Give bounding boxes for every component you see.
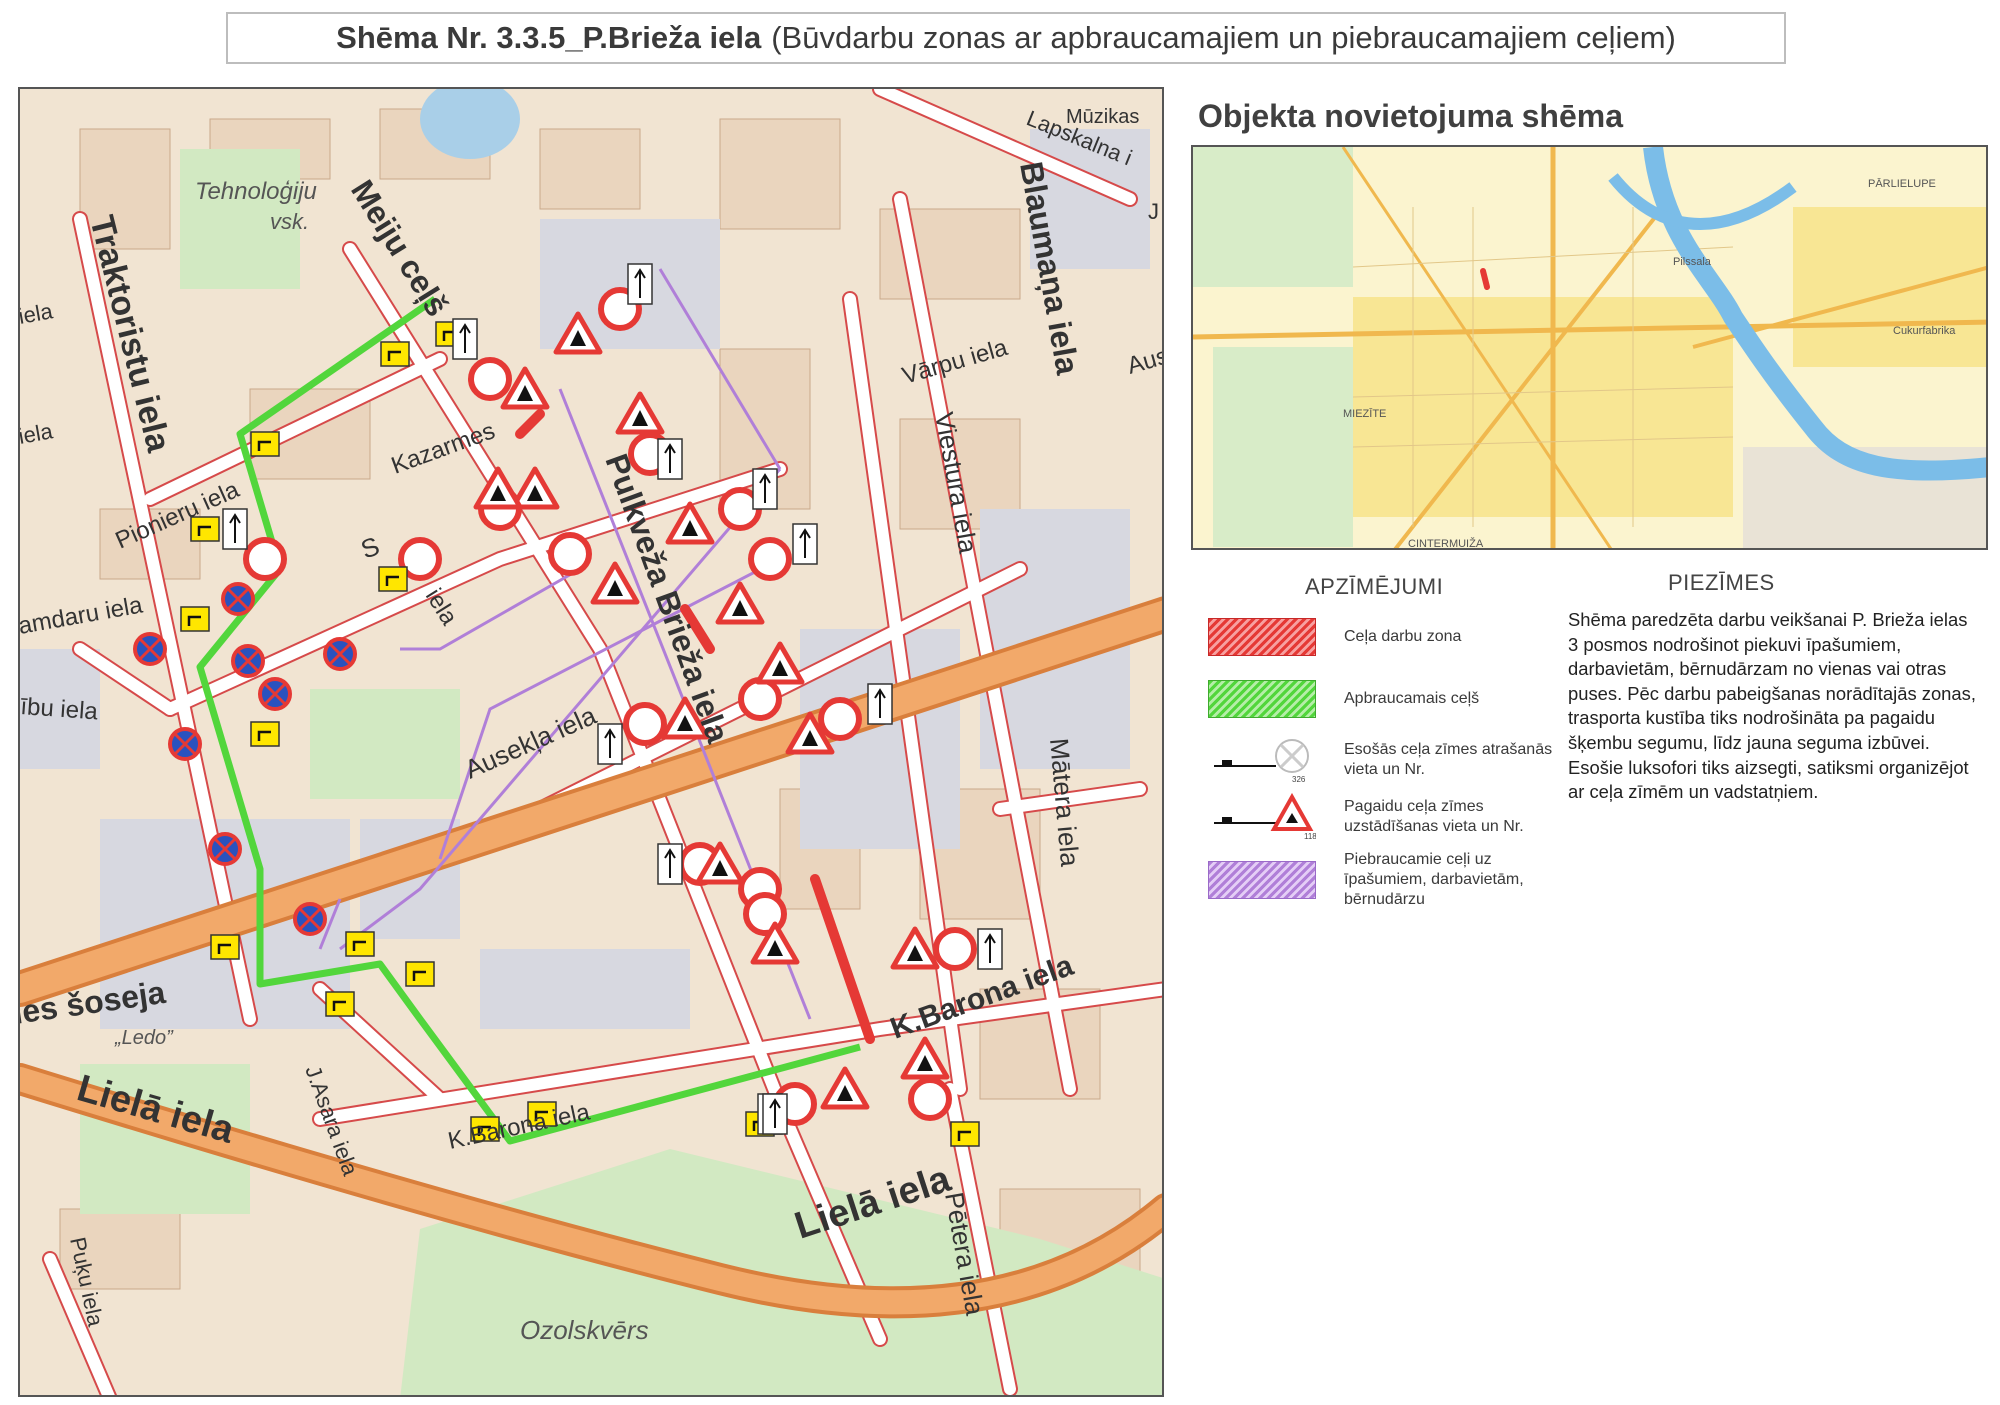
lane-direction-sign bbox=[867, 683, 893, 725]
page-title: Shēma Nr. 3.3.5_P.Brieža iela (Būvdarbu … bbox=[226, 12, 1786, 64]
lane-direction-sign bbox=[627, 263, 653, 305]
place-tehnologiju-vsk: vsk. bbox=[270, 209, 309, 234]
lane-direction-sign bbox=[657, 438, 683, 480]
legend-existing-sign-number: 326 bbox=[1292, 775, 1306, 784]
main-map-canvas: Traktoristu iela Meiju ceļš Blaumaņa iel… bbox=[20, 89, 1164, 1395]
legend-work-zone-label: Ceļa darbu zona bbox=[1344, 628, 1462, 645]
no-stopping-sign bbox=[293, 902, 327, 936]
legend-work-zone-swatch bbox=[1208, 618, 1316, 656]
lane-direction-sign bbox=[792, 523, 818, 565]
no-entry-sign bbox=[908, 1077, 952, 1121]
no-stopping-sign bbox=[168, 727, 202, 761]
legend-temporary-sign-number: 118 bbox=[1304, 832, 1316, 841]
legend-access-road: Piebraucamie ceļi uz īpašumiem, darbavie… bbox=[1208, 850, 1554, 910]
no-entry-sign bbox=[933, 927, 977, 971]
direction-arrow-sign bbox=[345, 931, 375, 957]
no-stopping-sign bbox=[208, 832, 242, 866]
overview-map[interactable]: PĀRLIELUPE MIEZĪTE CINTERMUIŽA Cukurfabr… bbox=[1191, 145, 1988, 550]
no-entry-sign bbox=[243, 537, 287, 581]
direction-arrow-sign bbox=[950, 1121, 980, 1147]
road-works-sign bbox=[510, 466, 560, 510]
lane-direction-sign bbox=[452, 318, 478, 360]
direction-arrow-sign bbox=[405, 961, 435, 987]
direction-arrow-sign bbox=[250, 721, 280, 747]
direction-arrow-sign bbox=[380, 341, 410, 367]
street-kbarona-west: K.Barona iela bbox=[446, 1098, 593, 1155]
legend-existing-sign-label: Esošās ceļa zīmes atrašanās vieta un Nr. bbox=[1344, 741, 1553, 778]
no-entry-sign bbox=[748, 537, 792, 581]
lane-direction-sign bbox=[597, 723, 623, 765]
main-map[interactable]: Traktoristu iela Meiju ceļš Blaumaņa iel… bbox=[18, 87, 1164, 1397]
map-label-j: J bbox=[1148, 199, 1159, 224]
legend-detour-label: Apbraucamais ceļš bbox=[1344, 690, 1480, 707]
no-stopping-sign bbox=[221, 582, 255, 616]
place-tehnologiju: Tehnoloģiju bbox=[195, 178, 317, 205]
notes-text: Shēma paredzēta darbu veikšanai P. Briež… bbox=[1568, 609, 1976, 803]
overview-label-cukurfabrika: Cukurfabrika bbox=[1893, 325, 1956, 337]
legend-access-road-label: Piebraucamie ceļi uz īpašumiem, darbavie… bbox=[1344, 851, 1524, 908]
street-ausekla: Ausekļa iela bbox=[460, 700, 601, 785]
road-works-sign bbox=[615, 391, 665, 435]
lane-direction-sign bbox=[222, 508, 248, 550]
no-stopping-sign bbox=[133, 632, 167, 666]
street-muzikas: Mūzikas bbox=[1066, 106, 1139, 128]
no-entry-sign bbox=[548, 532, 592, 576]
overview-label-pilssala: Pilssala bbox=[1673, 256, 1712, 268]
overview-label-miezite: MIEZĪTE bbox=[1343, 408, 1386, 420]
street-skolas: S bbox=[357, 531, 384, 565]
direction-arrow-sign bbox=[250, 431, 280, 457]
notes-heading: PIEZĪMES bbox=[1668, 570, 1775, 595]
legend-work-zone: Ceļa darbu zona bbox=[1208, 618, 1554, 656]
overview-label-cintermuiza: CINTERMUIŽA bbox=[1408, 537, 1484, 550]
no-stopping-sign bbox=[231, 644, 265, 678]
road-works-sign bbox=[715, 581, 765, 625]
lane-direction-sign bbox=[977, 928, 1003, 970]
road-works-sign bbox=[900, 1036, 950, 1080]
legend-existing-sign: 326 Esošās ceļa zīmes atrašanās vieta un… bbox=[1208, 736, 1554, 784]
legend-access-road-swatch bbox=[1208, 861, 1316, 899]
no-stopping-sign bbox=[323, 637, 357, 671]
no-entry-sign bbox=[818, 697, 862, 741]
lane-direction-sign bbox=[762, 1093, 788, 1135]
no-entry-sign bbox=[623, 702, 667, 746]
lane-direction-sign bbox=[657, 843, 683, 885]
legend-temporary-sign-label: Pagaidu ceļa zīmes uzstādīšanas vieta un… bbox=[1344, 798, 1524, 835]
legend-existing-sign-icon: 326 bbox=[1214, 739, 1309, 784]
legend-heading: APZĪMĒJUMI bbox=[1305, 574, 1444, 599]
overview-work-zone bbox=[1480, 268, 1490, 290]
direction-arrow-sign bbox=[325, 991, 355, 1017]
page-title-scheme: Shēma Nr. 3.3.5_P.Brieža iela bbox=[336, 20, 762, 55]
direction-arrow-sign bbox=[180, 606, 210, 632]
lane-direction-sign bbox=[752, 468, 778, 510]
place-ozolskvers: Ozolskvērs bbox=[520, 1315, 649, 1345]
no-entry-sign bbox=[468, 357, 512, 401]
overview-label-parlielupe: PĀRLIELUPE bbox=[1868, 178, 1936, 190]
road-works-sign bbox=[755, 641, 805, 685]
overview-title: Objekta novietojuma shēma bbox=[1198, 98, 1624, 134]
direction-arrow-sign bbox=[210, 934, 240, 960]
overview-fields bbox=[1193, 147, 1986, 548]
legend-detour-swatch bbox=[1208, 680, 1316, 718]
street-varpu: Vārpu iela bbox=[899, 334, 1011, 390]
street-samdaru: amdaru iela bbox=[20, 591, 145, 639]
street-ribu: ību iela bbox=[20, 693, 99, 725]
street-meiju: Meiju ceļš bbox=[344, 174, 456, 323]
road-works-sign bbox=[820, 1066, 870, 1110]
street-left-top: iela bbox=[20, 298, 55, 329]
page-title-subtitle: (Būvdarbu zonas ar apbraucamajiem un pie… bbox=[771, 20, 1676, 55]
street-aus: Aus bbox=[1124, 342, 1164, 379]
no-entry-sign bbox=[738, 677, 782, 721]
place-ledo: „Ledo” bbox=[114, 1027, 174, 1049]
legend-temporary-sign: 118 Pagaidu ceļa zīmes uzstādīšanas viet… bbox=[1208, 793, 1554, 841]
no-stopping-sign bbox=[258, 677, 292, 711]
street-left-mid: iela bbox=[20, 418, 55, 449]
overview-map-canvas: PĀRLIELUPE MIEZĪTE CINTERMUIŽA Cukurfabr… bbox=[1193, 147, 1986, 550]
legend-detour: Apbraucamais ceļš bbox=[1208, 680, 1554, 718]
road-works-sign bbox=[890, 926, 940, 970]
legend-temporary-sign-icon: 118 bbox=[1214, 793, 1316, 841]
direction-arrow-sign bbox=[378, 566, 408, 592]
